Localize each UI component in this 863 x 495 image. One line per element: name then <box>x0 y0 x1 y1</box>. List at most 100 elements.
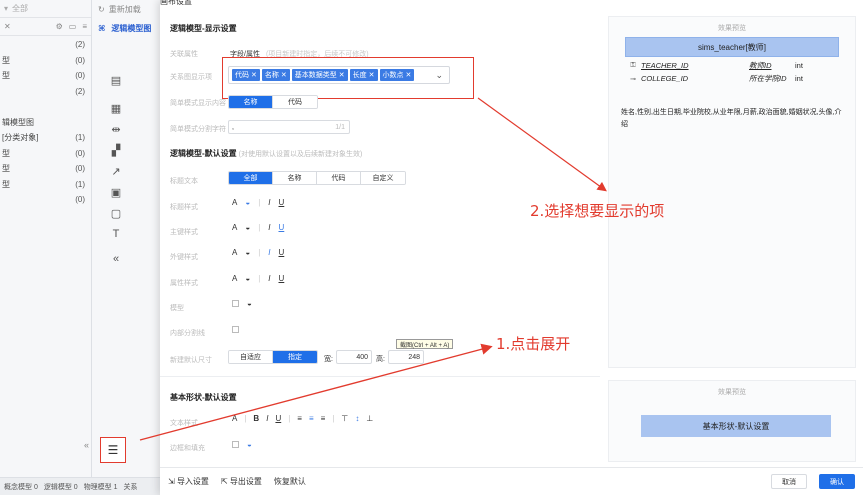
title-text-toggle: 全部 名称 代码 自定义 <box>228 171 406 185</box>
entity-attributes: 姓名,性别,出生日期,毕业院校,从业年限,月薪,政治面貌,婚姻状况,头像,介绍 <box>621 109 842 128</box>
tree-filter[interactable]: ▾ 全部 <box>0 0 91 18</box>
default-section-title: 逻辑模型-默认设置 (对使用默认设置以及后续新建对象生效) <box>170 149 363 158</box>
table-tool-icon[interactable]: ▦ <box>109 101 123 115</box>
filter-icon[interactable]: ≡ <box>82 22 87 31</box>
screenshot-tooltip: 截图(Ctrl + Alt + A) <box>396 339 454 349</box>
status-relation: 关系 <box>123 483 138 491</box>
font-color-icon[interactable]: A <box>232 414 237 423</box>
document-tool-icon[interactable]: ▣ <box>109 185 123 199</box>
canvas-settings-button[interactable]: ☰ <box>100 437 126 463</box>
tree-item[interactable]: [分类对象] (1) <box>0 130 91 146</box>
collapse-icon[interactable]: « <box>109 252 123 266</box>
border-checkbox[interactable] <box>232 441 239 448</box>
text-tool-icon[interactable]: T <box>109 227 123 241</box>
inner-divider-label: 内部分割线 <box>170 330 205 337</box>
inner-divider-tools <box>232 326 239 333</box>
import-settings-button[interactable]: ⇲ 导入设置 <box>168 476 209 487</box>
relation-tool-icon[interactable]: ⇹ <box>109 122 123 136</box>
align-top-icon[interactable]: ⊤ <box>341 414 348 423</box>
fill-color-icon[interactable]: ◒ <box>245 274 250 283</box>
tree-item[interactable]: 型 (0) <box>0 53 91 69</box>
title-text-name[interactable]: 名称 <box>273 172 317 184</box>
italic-icon[interactable]: I <box>268 274 270 283</box>
entity-tool-icon[interactable]: ▤ <box>109 73 123 87</box>
tree-item[interactable]: (2) <box>0 37 91 53</box>
tree-item[interactable]: 型 (0) <box>0 68 91 84</box>
status-bar: 概念模型 0 逻辑模型 0 物理模型 1 关系 <box>0 477 160 495</box>
align-left-icon[interactable]: ≡ <box>297 414 302 423</box>
fill-color-icon[interactable]: ◒ <box>247 299 252 308</box>
width-input[interactable]: 400 <box>336 350 372 364</box>
chevron-down-icon: ▾ <box>4 4 9 13</box>
tree-item-count: (2) <box>75 40 85 50</box>
underline-icon[interactable]: U <box>279 223 285 232</box>
key-icon: ⚿ <box>630 61 636 69</box>
size-specify[interactable]: 指定 <box>273 351 317 363</box>
text-style-label: 文本样式 <box>170 420 198 427</box>
fill-color-icon[interactable]: ◒ <box>245 198 250 207</box>
underline-icon[interactable]: U <box>279 198 285 207</box>
expand-icon[interactable]: ✕ <box>4 22 11 31</box>
delete-icon[interactable]: ▭ <box>69 22 77 31</box>
font-color-icon[interactable]: A <box>232 248 237 257</box>
arrow-tool-icon[interactable]: ↗ <box>109 164 123 178</box>
size-label: 新建默认尺寸 <box>170 357 212 364</box>
underline-icon[interactable]: U <box>279 274 285 283</box>
italic-icon[interactable]: I <box>266 414 268 423</box>
canvas-toolbar-panel: ↻ 重新加载 ⌘ 逻辑模型图 ▤ ▦ ⇹ ▞ ↗ ▣ ▢ T « « ☰ <box>84 0 160 495</box>
font-color-icon[interactable]: A <box>232 198 237 207</box>
group-tool-icon[interactable]: ▞ <box>109 143 123 157</box>
sliders-icon: ☰ <box>107 443 119 457</box>
align-center-icon[interactable]: ≡ <box>309 414 314 423</box>
tree-item[interactable]: 型 (0) <box>0 161 91 177</box>
border-checkbox[interactable] <box>232 300 239 307</box>
title-text-custom[interactable]: 自定义 <box>361 172 405 184</box>
align-right-icon[interactable]: ≡ <box>321 414 326 423</box>
inner-divider-checkbox[interactable] <box>232 326 239 333</box>
reset-default-button[interactable]: 恢复默认 <box>274 476 306 487</box>
underline-icon[interactable]: U <box>275 414 281 423</box>
entity-row-name: 教师ID <box>749 61 772 70</box>
fill-color-icon[interactable]: ◒ <box>245 248 250 257</box>
underline-icon[interactable]: U <box>279 248 285 257</box>
tree-item-count: (0) <box>75 55 85 65</box>
collapse-left-icon[interactable]: « <box>84 440 89 450</box>
align-bottom-icon[interactable]: ⊥ <box>366 414 373 423</box>
tree-item[interactable]: 型 (0) <box>0 146 91 162</box>
tree-item[interactable]: 辑模型图 <box>0 115 91 131</box>
dialog-footer: ⇲ 导入设置 ⇱ 导出设置 恢复默认 取消 确认 <box>160 467 863 495</box>
title-text-code[interactable]: 代码 <box>317 172 361 184</box>
simple-mode-name[interactable]: 名称 <box>229 96 273 108</box>
font-color-icon[interactable]: A <box>232 274 237 283</box>
bold-icon[interactable]: B <box>253 414 259 423</box>
tree-item[interactable] <box>0 99 91 115</box>
size-auto[interactable]: 自适应 <box>229 351 273 363</box>
title-text-all[interactable]: 全部 <box>229 172 273 184</box>
tree-item[interactable]: (0) <box>0 192 91 208</box>
annotation-step1: 1.点击展开 <box>496 335 571 353</box>
note-tool-icon[interactable]: ▢ <box>109 206 123 220</box>
font-color-icon[interactable]: A <box>232 223 237 232</box>
simple-sep-input[interactable]: , 1/1 <box>228 120 350 134</box>
italic-icon[interactable]: I <box>268 248 270 257</box>
tree-item[interactable]: 型 (1) <box>0 177 91 193</box>
height-input[interactable]: 248 <box>388 350 424 364</box>
fill-color-icon[interactable]: ◒ <box>245 223 250 232</box>
fk-style-tools: A ◒ | I U <box>232 248 285 257</box>
fill-color-icon[interactable]: ◒ <box>247 440 252 449</box>
reload-button[interactable]: ↻ 重新加载 <box>92 0 160 18</box>
italic-icon[interactable]: I <box>268 198 270 207</box>
export-settings-button[interactable]: ⇱ 导出设置 <box>221 476 262 487</box>
simple-mode-code[interactable]: 代码 <box>273 96 317 108</box>
align-middle-icon[interactable]: ↕ <box>355 414 359 423</box>
diagram-tab[interactable]: ⌘ 逻辑模型图 <box>92 18 160 38</box>
italic-icon[interactable]: I <box>268 223 270 232</box>
tree-item[interactable]: (2) <box>0 84 91 100</box>
height-label: 高: <box>376 356 385 363</box>
gear-icon[interactable]: ⚙ <box>56 22 63 31</box>
cancel-button[interactable]: 取消 <box>771 474 807 489</box>
entity-preview: sims_teacher[教师] ⚿ TEACHER_ID 教师ID int ⊸ COLL… <box>625 37 839 85</box>
confirm-button[interactable]: 确认 <box>819 474 855 489</box>
status-logical: 逻辑模型 0 <box>43 483 78 491</box>
tree-item-count: (0) <box>75 195 85 205</box>
